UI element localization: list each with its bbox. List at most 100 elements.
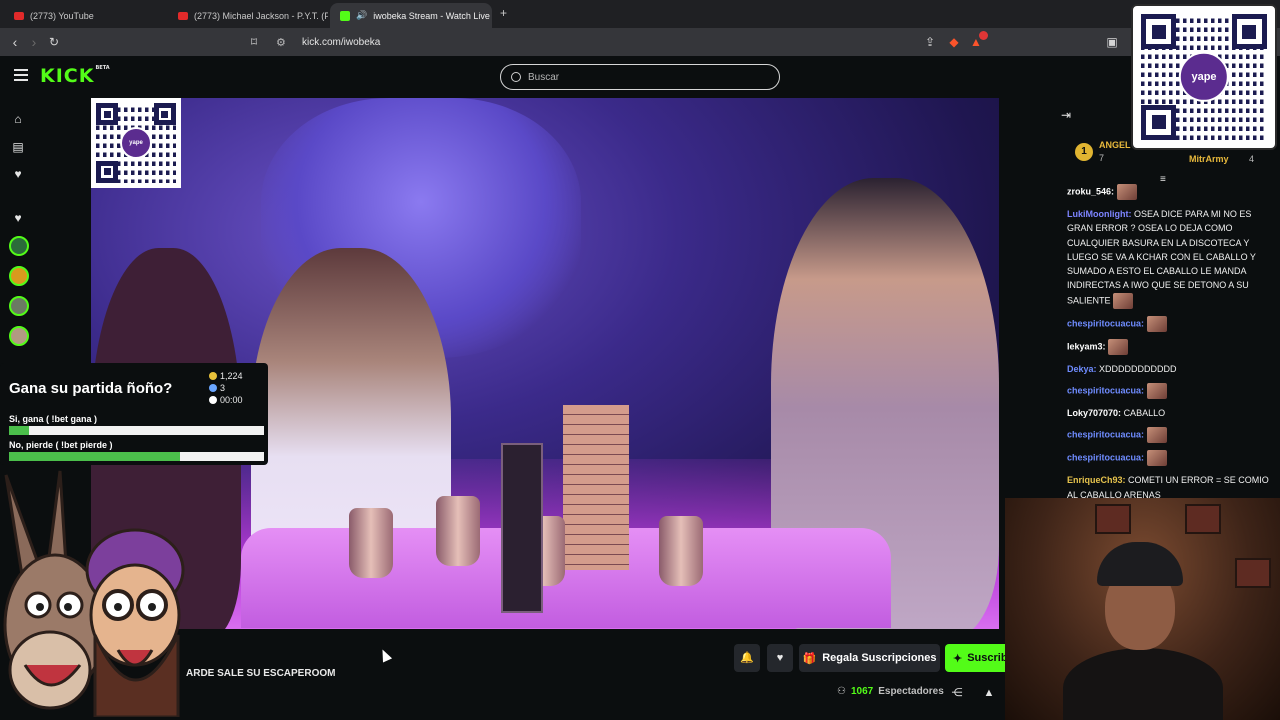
tab-youtube[interactable]: (2773) YouTube	[4, 3, 169, 28]
channel-avatar[interactable]	[9, 266, 29, 286]
gift-subs-button[interactable]: 🎁 Regala Suscripciones	[799, 644, 940, 672]
tab-label: iwobeka Stream - Watch Live	[373, 10, 490, 21]
star-icon: ✦	[953, 652, 963, 665]
menu-icon[interactable]	[14, 69, 28, 81]
browser-tab-bar: (2773) YouTube (2773) Michael Jackson - …	[0, 0, 1280, 28]
logo-text: KICK	[40, 65, 95, 87]
bell-icon: 🔔	[740, 652, 754, 664]
chat-message: Dekya: XDDDDDDDDDDD	[1067, 362, 1279, 376]
address-bar[interactable]: ⚙ kick.com/iwobeka	[268, 32, 992, 52]
chat-text: CABALLO	[1123, 408, 1166, 419]
menu-stand	[501, 443, 543, 613]
chat-username[interactable]: chespiritocuacua:	[1067, 430, 1144, 440]
browser-toolbar: ‹ › ↻ ⌑ ⚙ kick.com/iwobeka ⇪ ◆ ▲ ▣	[0, 28, 1280, 56]
stream-title: ARDE SALE SU ESCAPEROOM	[186, 668, 336, 679]
qr-finder	[1141, 104, 1177, 140]
home-icon[interactable]: ⌂	[11, 112, 25, 126]
chat-message: zroku_546:	[1067, 184, 1279, 200]
jenga-tower	[563, 405, 629, 570]
qr-finder	[1231, 14, 1267, 50]
search-icon	[511, 72, 521, 82]
tab-kick-active[interactable]: 🔊 iwobeka Stream - Watch Live ×	[330, 3, 492, 28]
poll-bar	[9, 426, 264, 435]
qr-finder	[1141, 14, 1177, 50]
new-tab-icon[interactable]: +	[500, 6, 507, 20]
following-heart-icon[interactable]: ♥	[11, 167, 25, 181]
bookmark-icon[interactable]: ⌑	[246, 34, 262, 50]
chat-username[interactable]: chespiritocuacua:	[1067, 385, 1144, 395]
channel-avatar[interactable]	[9, 236, 29, 256]
poll-option-label: No, pierde ( !bet pierde )	[9, 440, 113, 450]
coin-icon	[209, 372, 217, 380]
youtube-icon	[178, 11, 188, 20]
tab-label: (2773) YouTube	[30, 10, 94, 21]
chat-message: chespiritocuacua:	[1067, 315, 1279, 332]
tab-michael-jackson[interactable]: (2773) Michael Jackson - P.Y.T. (Prett	[168, 3, 328, 28]
poll-option[interactable]: No, pierde ( !bet pierde )	[9, 440, 264, 461]
chat-username[interactable]: chespiritocuacua:	[1067, 453, 1144, 463]
viewers-icon: ⚇	[837, 686, 846, 697]
poll-option-label: Si, gana ( !bet gana )	[9, 414, 98, 424]
prediction-poll: Gana su partida ñoño? 1,224 3 00:00 Si, …	[0, 363, 268, 465]
reload-icon[interactable]: ↻	[45, 33, 63, 51]
chat-message: chespiritocuacua:	[1067, 383, 1279, 400]
gifter-name[interactable]: MitrArmy	[1189, 154, 1229, 164]
brave-shields-icon[interactable]: ◆	[946, 34, 962, 50]
viewers-label: Espectadores	[878, 686, 944, 697]
qr-code: yape	[96, 103, 176, 183]
poll-timer: 00:00	[220, 395, 243, 405]
chat-username[interactable]: lekyam3:	[1067, 341, 1106, 351]
gift-subs-label: Regala Suscripciones	[822, 652, 937, 664]
copper-mug	[659, 516, 703, 586]
streamer-body	[1063, 648, 1223, 720]
chat-message: Loky707070: CABALLO	[1067, 406, 1279, 420]
poll-stats: 1,224 3 00:00	[209, 370, 243, 406]
wall-picture	[1185, 504, 1221, 534]
qr-code: yape	[1141, 14, 1267, 140]
poll-voters: 3	[220, 383, 226, 393]
chat-messages: zroku_546: LukiMoonlight: OSEA DICE PARA…	[1067, 184, 1279, 509]
forward-icon[interactable]: ›	[25, 33, 43, 51]
chat-username[interactable]: EnriqueCh93:	[1067, 475, 1126, 485]
subscribe-label: Suscrib	[967, 652, 1008, 664]
url-text: kick.com/iwobeka	[302, 36, 381, 48]
poll-option[interactable]: Si, gana ( !bet gana )	[9, 414, 264, 435]
chat-username[interactable]: Loky707070:	[1067, 408, 1121, 418]
site-settings-icon[interactable]: ⚙	[276, 36, 290, 49]
channel-avatar[interactable]	[9, 326, 29, 346]
mouse-cursor	[377, 647, 393, 663]
share-stream-icon[interactable]: ⋲	[950, 686, 964, 700]
sidebar-toggle-icon[interactable]: ▣	[1104, 34, 1120, 50]
youtube-icon	[14, 11, 24, 20]
poll-bar-fill	[9, 452, 180, 461]
back-icon[interactable]: ‹	[6, 33, 24, 51]
chat-panel: ⇥ 1 ANGEL 7 MitrArmy 4 ≡ zroku_546: Luki…	[1053, 98, 1280, 500]
kick-logo[interactable]: KICKBETA	[40, 65, 110, 87]
chat-username[interactable]: chespiritocuacua:	[1067, 318, 1144, 328]
follow-heart-button[interactable]: ♥	[767, 644, 793, 672]
brave-rewards-icon[interactable]: ▲	[968, 31, 988, 50]
chat-username[interactable]: LukiMoonlight:	[1067, 209, 1131, 219]
channel-avatar[interactable]	[9, 296, 29, 316]
chat-username[interactable]: zroku_546:	[1067, 186, 1114, 196]
browse-icon[interactable]: ▤	[11, 140, 25, 154]
clock-icon	[209, 396, 217, 404]
wall-picture	[1095, 504, 1131, 534]
chat-message: chespiritocuacua:	[1067, 450, 1279, 467]
chat-emote	[1146, 315, 1167, 332]
qr-finder	[153, 103, 176, 126]
chat-username[interactable]: Dekya:	[1067, 364, 1097, 374]
search-input[interactable]: Buscar	[500, 64, 780, 90]
report-warning-icon[interactable]: ▲	[982, 686, 996, 700]
gift-icon: 🎁	[802, 652, 817, 665]
chat-emote	[1146, 427, 1167, 444]
notification-bell-button[interactable]: 🔔	[734, 644, 760, 672]
collapse-chat-icon[interactable]: ⇥	[1061, 108, 1071, 122]
chat-text: OSEA DICE PARA MI NO ES GRAN ERROR ? OSE…	[1067, 209, 1256, 306]
chat-message: LukiMoonlight: OSEA DICE PARA MI NO ES G…	[1067, 207, 1279, 309]
yape-qr-small: yape	[91, 98, 181, 188]
share-icon[interactable]: ⇪	[922, 34, 938, 50]
top-gifter-count: 7	[1099, 153, 1105, 163]
yape-logo: yape	[120, 127, 152, 159]
top-gifter-name[interactable]: ANGEL	[1099, 140, 1131, 150]
